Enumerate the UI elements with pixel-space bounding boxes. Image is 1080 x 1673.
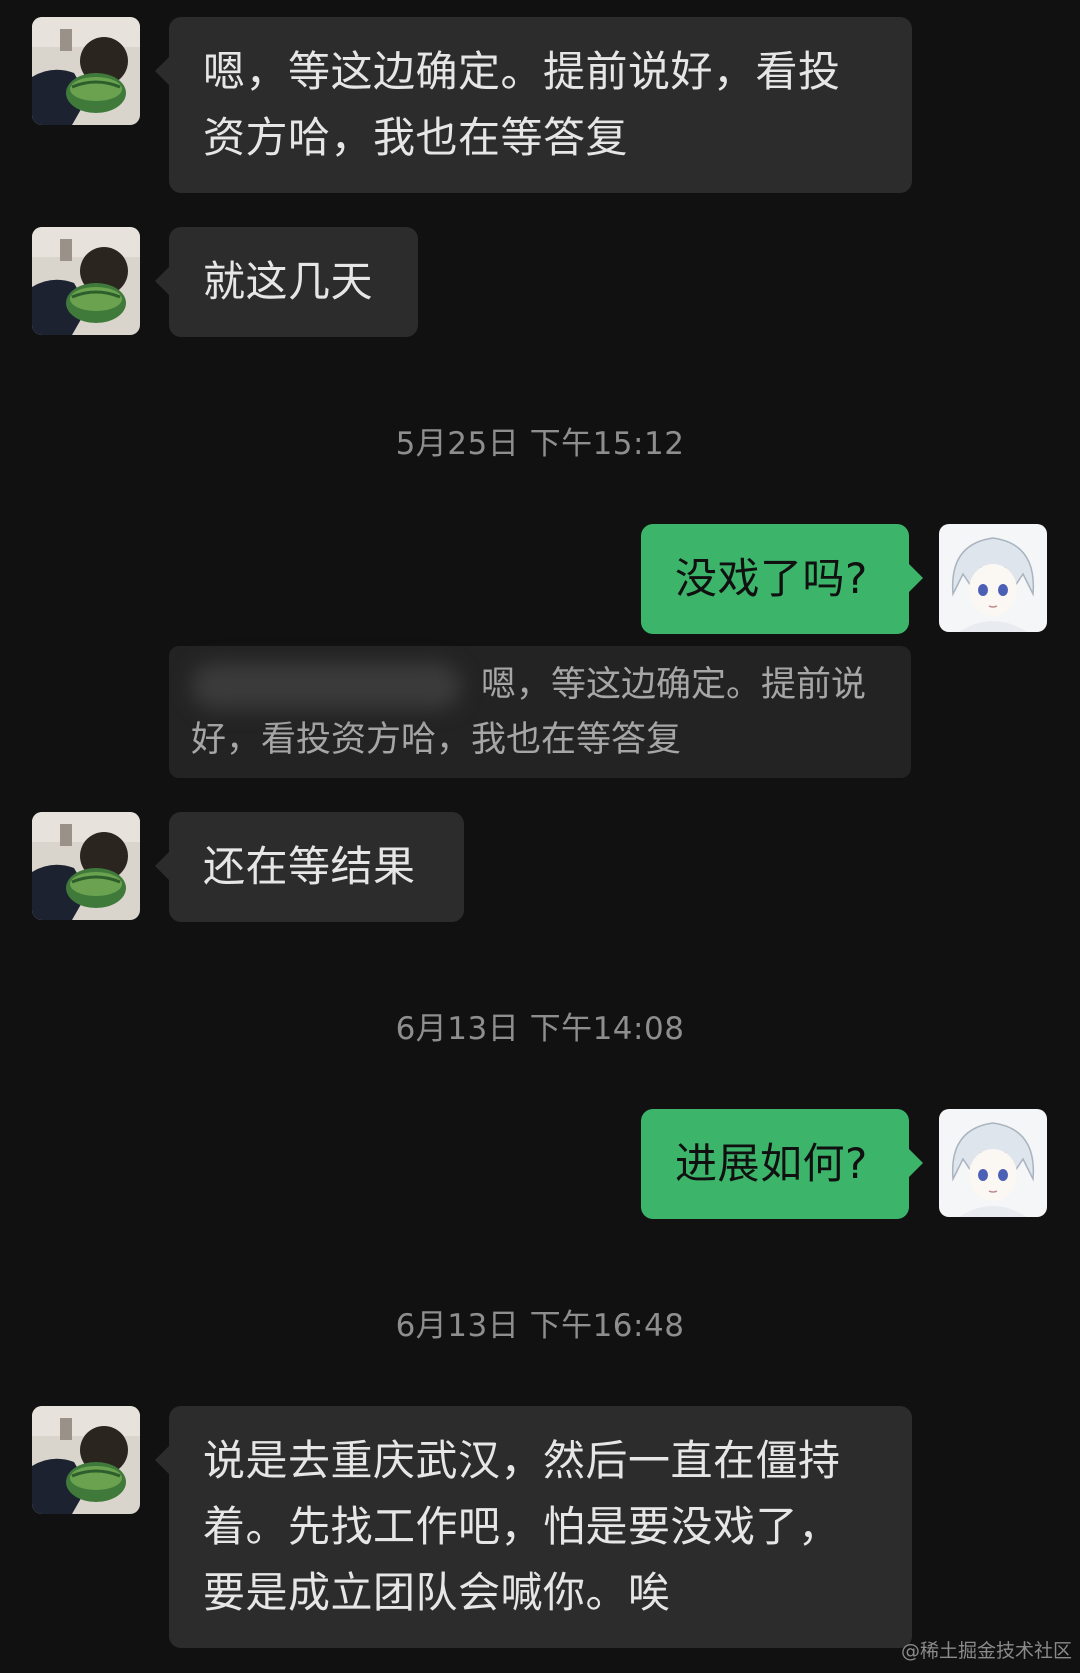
watermark: @稀土掘金技术社区 — [900, 1640, 1072, 1662]
message-bubble-received[interactable]: 说是去重庆武汉，然后一直在僵持着。先找工作吧，怕是要没戏了，要是成立团队会喊你。… — [155, 1406, 912, 1648]
self-avatar[interactable] — [939, 524, 1047, 632]
boy-watermelon-avatar-icon — [32, 17, 140, 125]
blurred-sender-name — [191, 663, 461, 709]
contact-avatar[interactable] — [32, 812, 140, 920]
self-avatar[interactable] — [939, 1109, 1047, 1217]
message-text: 进展如何? — [675, 1139, 868, 1188]
message-bubble-received[interactable]: 嗯，等这边确定。提前说好，看投资方哈，我也在等答复 — [155, 17, 912, 193]
contact-avatar[interactable] — [32, 1406, 140, 1514]
bubble-tail — [155, 57, 169, 85]
bubble-tail — [155, 267, 169, 295]
chat-timestamp: 6月13日 下午16:48 — [395, 1308, 685, 1344]
message-text: 没戏了吗? — [675, 554, 868, 603]
bubble-tail — [155, 1446, 169, 1474]
quoted-reply[interactable]: 嗯，等这边确定。提前说好，看投资方哈，我也在等答复 — [169, 646, 911, 778]
message-bubble-received[interactable]: 还在等结果 — [155, 812, 464, 922]
boy-watermelon-avatar-icon — [32, 1406, 140, 1514]
anime-avatar-icon — [939, 1109, 1047, 1217]
boy-watermelon-avatar-icon — [32, 227, 140, 335]
message-bubble-sent[interactable]: 没戏了吗? — [641, 524, 923, 634]
bubble-tail — [909, 1149, 923, 1177]
message-text: 就这几天 — [203, 257, 374, 306]
message-bubble-sent[interactable]: 进展如何? — [641, 1109, 923, 1219]
contact-avatar[interactable] — [32, 227, 140, 335]
chat-timestamp: 6月13日 下午14:08 — [395, 1011, 685, 1047]
message-bubble-received[interactable]: 就这几天 — [155, 227, 418, 337]
bubble-tail — [155, 852, 169, 880]
chat-timestamp: 5月25日 下午15:12 — [395, 426, 685, 462]
contact-avatar[interactable] — [32, 17, 140, 125]
anime-avatar-icon — [939, 524, 1047, 632]
message-text: 嗯，等这边确定。提前说好，看投资方哈，我也在等答复 — [203, 47, 841, 162]
bubble-tail — [909, 564, 923, 592]
message-text: 还在等结果 — [203, 842, 416, 891]
message-text: 说是去重庆武汉，然后一直在僵持着。先找工作吧，怕是要没戏了，要是成立团队会喊你。… — [203, 1436, 841, 1617]
boy-watermelon-avatar-icon — [32, 812, 140, 920]
